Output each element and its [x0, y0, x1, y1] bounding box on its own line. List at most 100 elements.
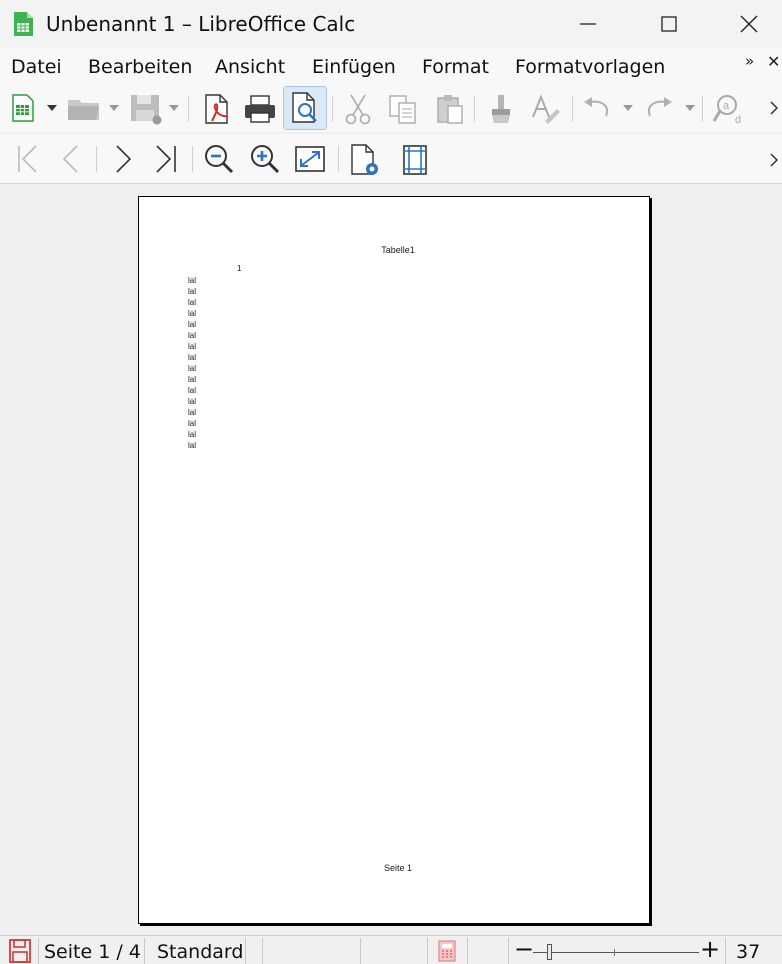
- previous-page-button[interactable]: [58, 142, 84, 176]
- document-modified-indicator[interactable]: [8, 938, 32, 964]
- close-icon: [740, 15, 758, 33]
- toolbar-overflow-button[interactable]: [766, 96, 782, 120]
- cell-value: lal: [188, 375, 197, 384]
- last-page-button[interactable]: [152, 142, 180, 176]
- zoom-in-status-button[interactable]: +: [700, 937, 720, 961]
- page-header: Tabelle1: [381, 245, 415, 255]
- full-screen-button[interactable]: [292, 142, 328, 176]
- paintbrush-icon: [492, 95, 510, 123]
- redo-dropdown-arrow[interactable]: [682, 100, 698, 116]
- digital-signature-indicator[interactable]: [436, 939, 458, 963]
- new-dropdown-arrow[interactable]: [44, 100, 60, 116]
- copy-icon: [389, 95, 416, 124]
- page-indicator[interactable]: Seite 1 / 4: [44, 940, 141, 964]
- status-separator: [38, 938, 39, 964]
- standard-toolbar: a d: [0, 86, 782, 132]
- redo-button[interactable]: [642, 94, 676, 124]
- print-preview-button[interactable]: [283, 86, 327, 130]
- undo-button[interactable]: [580, 94, 614, 124]
- copy-button[interactable]: [386, 92, 420, 126]
- cell-value: lal: [188, 353, 197, 362]
- cell-value: lal: [188, 386, 197, 395]
- zoom-slider-thumb[interactable]: [547, 944, 552, 960]
- paste-button[interactable]: [432, 92, 468, 126]
- window-title: Unbenannt 1 – LibreOffice Calc: [46, 12, 356, 36]
- minimize-button[interactable]: [563, 8, 613, 40]
- close-document-button[interactable]: ✕: [767, 52, 780, 71]
- status-bar: Seite 1 / 4 Standard − + 37 %: [0, 935, 782, 964]
- open-button[interactable]: [66, 94, 102, 124]
- title-bar: Unbenannt 1 – LibreOffice Calc: [0, 0, 782, 48]
- menu-ansicht[interactable]: Ansicht: [215, 54, 285, 80]
- cut-button[interactable]: [342, 92, 374, 126]
- save-dropdown-arrow[interactable]: [166, 100, 182, 116]
- toolbar-separator: [96, 146, 97, 172]
- print-button[interactable]: [242, 92, 278, 126]
- column-header: 1: [237, 264, 242, 273]
- menu-bearbeiten[interactable]: Bearbeiten: [88, 54, 192, 80]
- status-separator: [262, 938, 263, 964]
- undo-dropdown-arrow[interactable]: [620, 100, 636, 116]
- toolbar-separator: [702, 96, 703, 122]
- next-page-button[interactable]: [110, 142, 136, 176]
- export-pdf-button[interactable]: [200, 92, 234, 126]
- margins-icon: [403, 145, 427, 175]
- clone-formatting-button[interactable]: [486, 92, 516, 126]
- cell-value: lal: [188, 397, 197, 406]
- menu-formatvorlagen[interactable]: Formatvorlagen: [515, 54, 665, 80]
- cell-value: lal: [188, 342, 197, 351]
- undo-icon: [584, 97, 608, 117]
- cell-value: lal: [188, 441, 197, 450]
- zoom-in-button[interactable]: [248, 142, 282, 176]
- cell-value: lal: [188, 320, 197, 329]
- calculator-icon: [438, 940, 456, 962]
- first-page-button[interactable]: [14, 142, 40, 176]
- folder-icon: [68, 100, 99, 120]
- menu-overflow-button[interactable]: »: [745, 52, 754, 70]
- menu-datei[interactable]: Datei: [11, 54, 62, 80]
- margins-button[interactable]: [398, 142, 432, 178]
- zoom-slider-track[interactable]: [533, 952, 699, 953]
- find-replace-icon: a d: [713, 95, 741, 125]
- toolbar-separator: [192, 146, 193, 172]
- pdf-icon: [205, 94, 229, 124]
- page-style[interactable]: Standard: [157, 940, 243, 964]
- cell-value: lal: [188, 408, 197, 417]
- menu-format[interactable]: Format: [422, 54, 489, 80]
- save-button[interactable]: [128, 92, 164, 126]
- scissors-icon: [345, 94, 371, 125]
- close-window-button[interactable]: [724, 8, 774, 40]
- menu-einfuegen[interactable]: Einfügen: [312, 54, 396, 80]
- cell-value: lal: [188, 430, 197, 439]
- open-dropdown-arrow[interactable]: [106, 100, 122, 116]
- cell-value: lal: [188, 276, 197, 285]
- chevron-down-icon: [109, 105, 119, 111]
- save-status-icon: [9, 939, 31, 963]
- menu-bar: Datei Bearbeiten Ansicht Einfügen Format…: [0, 48, 782, 86]
- svg-text:d: d: [735, 114, 741, 125]
- status-separator: [245, 938, 246, 964]
- maximize-icon: [661, 16, 677, 32]
- zoom-out-status-button[interactable]: −: [514, 937, 534, 961]
- new-spreadsheet-icon: [12, 94, 34, 122]
- status-separator: [427, 938, 428, 964]
- redo-icon: [648, 97, 672, 117]
- chevron-down-icon: [623, 105, 633, 111]
- page-format-button[interactable]: [348, 142, 382, 178]
- zoom-out-icon: [205, 145, 234, 174]
- new-spreadsheet-button[interactable]: [8, 92, 38, 124]
- print-preview-icon: [292, 92, 317, 123]
- maximize-button[interactable]: [644, 8, 694, 40]
- cell-value: lal: [188, 298, 197, 307]
- status-separator: [467, 938, 468, 964]
- find-replace-button[interactable]: a d: [712, 92, 748, 126]
- clear-formatting-button[interactable]: [528, 92, 562, 126]
- zoom-out-button[interactable]: [202, 142, 236, 176]
- status-separator: [725, 938, 726, 964]
- minimize-icon: [580, 23, 596, 25]
- zoom-level[interactable]: 37 %: [736, 940, 782, 964]
- cell-value: lal: [188, 287, 197, 296]
- next-page-icon: [116, 145, 132, 173]
- toolbar-overflow-button[interactable]: [766, 148, 782, 172]
- status-separator: [508, 938, 509, 964]
